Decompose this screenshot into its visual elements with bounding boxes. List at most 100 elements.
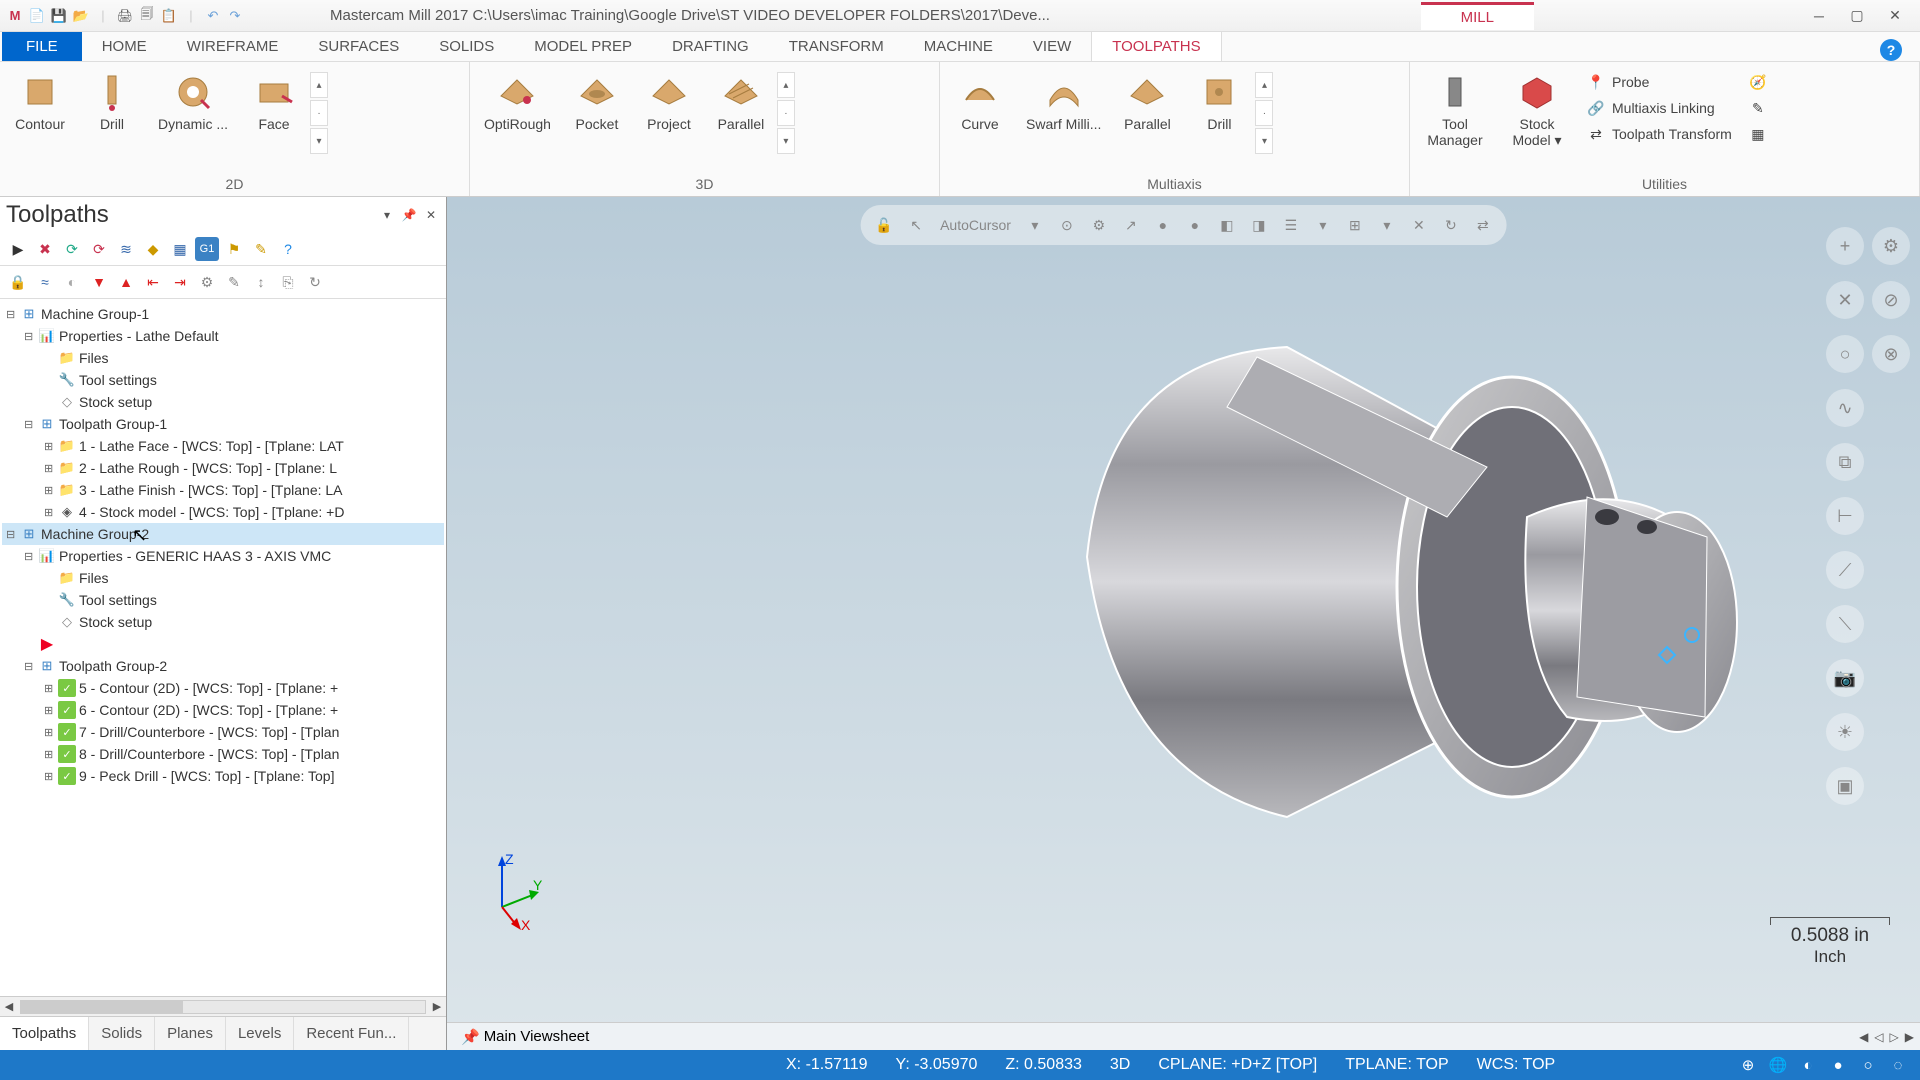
panel-pin-icon[interactable]: 📌 (400, 206, 418, 224)
context-tab-mill[interactable]: MILL (1421, 2, 1534, 30)
multiaxis-link-button[interactable]: 🔗Multiaxis Linking (1582, 96, 1736, 120)
copy-icon[interactable]: ⎘ (276, 270, 300, 294)
tab-machine[interactable]: MACHINE (904, 32, 1013, 61)
save-icon[interactable]: 💾 (50, 7, 68, 25)
expander-icon[interactable]: ⊞ (44, 726, 58, 739)
contour-button[interactable]: Contour (4, 66, 76, 136)
parallel-button[interactable]: Parallel (705, 66, 777, 136)
expander-icon[interactable]: ⊞ (44, 462, 58, 475)
expander-icon[interactable]: ⊞ (44, 440, 58, 453)
move-icon[interactable]: ↕ (249, 270, 273, 294)
toolpath-transform-button[interactable]: ⇄Toolpath Transform (1582, 122, 1736, 146)
expander-icon[interactable]: ⊟ (24, 330, 38, 343)
solid-icon[interactable]: ● (1828, 1055, 1848, 1075)
clipboard-icon[interactable]: 📋 (160, 7, 178, 25)
nav-last-icon[interactable]: ▶ (1905, 1030, 1914, 1044)
print-icon[interactable]: 🖨 (116, 7, 134, 25)
tree-machine-group-1[interactable]: ⊟⊞Machine Group-1 (2, 303, 444, 325)
ghost-icon[interactable]: ◐ (60, 270, 84, 294)
tree-insert-arrow[interactable]: ▶ (2, 633, 444, 655)
tab-drafting[interactable]: DRAFTING (652, 32, 769, 61)
tree-files[interactable]: 📁Files (2, 347, 444, 369)
tree-toolpath-group-1[interactable]: ⊟⊞Toolpath Group-1 (2, 413, 444, 435)
optirough-button[interactable]: OptiRough (474, 66, 561, 136)
expander-icon[interactable]: ⊞ (44, 748, 58, 761)
redo-icon[interactable]: ↷ (226, 7, 244, 25)
tab-toolpaths[interactable]: TOOLPATHS (1091, 31, 1221, 61)
expander-icon[interactable]: ⊟ (6, 528, 20, 541)
regen-dirty-icon[interactable]: ⟳ (87, 237, 111, 261)
group-more-down[interactable]: ▾ (777, 128, 795, 154)
tree-op-9[interactable]: ⊞✓9 - Peck Drill - [WCS: Top] - [Tplane:… (2, 765, 444, 787)
expander-icon[interactable]: ⊞ (44, 770, 58, 783)
globe-icon[interactable]: 🌐 (1768, 1055, 1788, 1075)
model-area[interactable]: Z Y X 0.5088 in Inch (447, 197, 1920, 1022)
collapse-icon[interactable]: ⇤ (141, 270, 165, 294)
curve-button[interactable]: Curve (944, 66, 1016, 136)
group-more-up[interactable]: ▴ (310, 72, 328, 98)
up-icon[interactable]: ▲ (114, 270, 138, 294)
scroll-left-icon[interactable]: ◀ (0, 998, 18, 1016)
tab-file[interactable]: FILE (2, 32, 82, 61)
expander-icon[interactable]: ⊞ (44, 506, 58, 519)
probe-button[interactable]: 📍Probe (1582, 70, 1736, 94)
sim-icon[interactable]: ▦ (168, 237, 192, 261)
nav-next-icon[interactable]: ▷ (1890, 1030, 1899, 1044)
tab-surfaces[interactable]: SURFACES (298, 32, 419, 61)
nav-prev-icon[interactable]: ◁ (1874, 1030, 1883, 1044)
expander-icon[interactable]: ⊞ (44, 704, 58, 717)
help-icon[interactable]: ? (276, 237, 300, 261)
down-icon[interactable]: ▼ (87, 270, 111, 294)
expander-icon[interactable]: ⊟ (24, 550, 38, 563)
tree-files-2[interactable]: 📁Files (2, 567, 444, 589)
panel-close-icon[interactable]: ✕ (422, 206, 440, 224)
tab-solids[interactable]: Solids (89, 1017, 155, 1050)
expander-icon[interactable]: ⊟ (24, 418, 38, 431)
swarf-button[interactable]: Swarf Milli... (1016, 66, 1111, 136)
tree-op-2[interactable]: ⊞📁2 - Lathe Rough - [WCS: Top] - [Tplane… (2, 457, 444, 479)
status-tplane[interactable]: TPLANE: TOP (1331, 1056, 1462, 1074)
face-button[interactable]: Face (238, 66, 310, 136)
tree-op-5[interactable]: ⊞✓5 - Contour (2D) - [WCS: Top] - [Tplan… (2, 677, 444, 699)
tree-machine-group-2[interactable]: ⊟⊞Machine Group-2↖ (2, 523, 444, 545)
maximize-button[interactable]: ▢ (1842, 6, 1872, 26)
nav-first-icon[interactable]: ◀ (1859, 1030, 1868, 1044)
tree-op-6[interactable]: ⊞✓6 - Contour (2D) - [WCS: Top] - [Tplan… (2, 699, 444, 721)
status-wcs[interactable]: WCS: TOP (1463, 1056, 1570, 1074)
tab-model-prep[interactable]: MODEL PREP (514, 32, 652, 61)
tab-wireframe[interactable]: WIREFRAME (167, 32, 299, 61)
tree-op-1[interactable]: ⊞📁1 - Lathe Face - [WCS: Top] - [Tplane:… (2, 435, 444, 457)
status-cplane[interactable]: CPLANE: +D+Z [TOP] (1144, 1056, 1331, 1074)
feed-icon[interactable]: ⚑ (222, 237, 246, 261)
regen-sel-icon[interactable]: ⟳ (60, 237, 84, 261)
deselect-icon[interactable]: ✖ (33, 237, 57, 261)
util-extra-2[interactable]: ✎ (1744, 96, 1772, 120)
tab-home[interactable]: HOME (82, 32, 167, 61)
expander-icon[interactable]: ⊟ (6, 308, 20, 321)
viewsheet-tab-main[interactable]: 📌Main Viewsheet (453, 1026, 597, 1048)
open-icon[interactable]: 📂 (72, 7, 90, 25)
edit-op-icon[interactable]: ✎ (222, 270, 246, 294)
tab-planes[interactable]: Planes (155, 1017, 226, 1050)
panel-hscroll[interactable]: ◀ ▶ (0, 996, 446, 1016)
lock-icon[interactable]: 🔒 (6, 270, 30, 294)
tree-stock-setup[interactable]: ◇Stock setup (2, 391, 444, 413)
tree-properties-2[interactable]: ⊟📊Properties - GENERIC HAAS 3 - AXIS VMC (2, 545, 444, 567)
group-more-up[interactable]: ▴ (777, 72, 795, 98)
tab-transform[interactable]: TRANSFORM (769, 32, 904, 61)
tab-toolpaths[interactable]: Toolpaths (0, 1017, 89, 1050)
cycle-icon[interactable]: ↻ (303, 270, 327, 294)
display-icon[interactable]: ≈ (33, 270, 57, 294)
group-more-down[interactable]: ▾ (310, 128, 328, 154)
highspeed-icon[interactable]: ✎ (249, 237, 273, 261)
tool-manager-button[interactable]: Tool Manager (1414, 66, 1496, 152)
expand-icon[interactable]: ⇥ (168, 270, 192, 294)
group-more-down[interactable]: ▾ (1255, 128, 1273, 154)
group-more-mid[interactable]: · (777, 100, 795, 126)
tree-tool-settings-2[interactable]: 🔧Tool settings (2, 589, 444, 611)
viewport[interactable]: 🔓 ↖ AutoCursor ▾ ⊙ ⚙ ↗ ● ● ◧ ◨ ☰ ▾ ⊞ ▾ ✕… (447, 197, 1920, 1050)
hidden-icon[interactable]: ◌ (1888, 1055, 1908, 1075)
post-icon[interactable]: G1 (195, 237, 219, 261)
tab-solids[interactable]: SOLIDS (419, 32, 514, 61)
stock-model-button[interactable]: Stock Model ▾ (1496, 66, 1578, 153)
